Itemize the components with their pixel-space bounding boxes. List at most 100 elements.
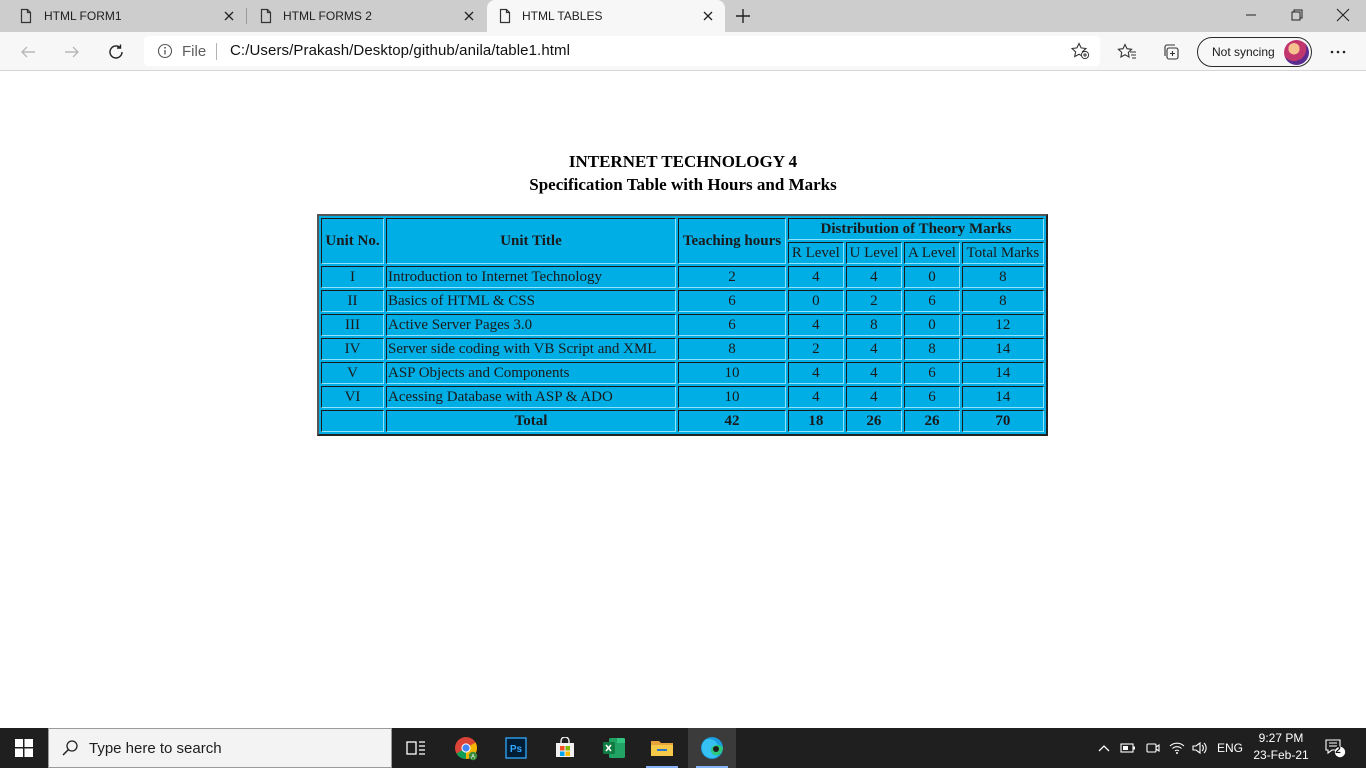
cell-u: 4: [845, 338, 903, 360]
tab-html-form1[interactable]: HTML FORM1: [0, 0, 246, 32]
start-button[interactable]: [0, 728, 48, 768]
address-divider: [216, 43, 217, 60]
store-app[interactable]: [541, 728, 589, 768]
cell-title: Acessing Database with ASP & ADO: [386, 386, 676, 408]
avatar: [1284, 40, 1309, 65]
info-icon[interactable]: [157, 43, 173, 59]
table-row: II Basics of HTML & CSS 6 0 2 6 8: [321, 290, 1044, 312]
tab-html-tables[interactable]: HTML TABLES: [487, 0, 725, 32]
close-icon[interactable]: [220, 7, 238, 25]
cell-u: 4: [845, 362, 903, 384]
new-tab-button[interactable]: [732, 5, 754, 27]
back-arrow-icon: [21, 46, 35, 58]
cell-unit: III: [321, 314, 384, 336]
url-text[interactable]: C:/Users/Prakash/Desktop/github/anila/ta…: [230, 42, 570, 59]
volume-icon: [1192, 741, 1207, 755]
svg-text:A: A: [471, 754, 475, 760]
cell-a: 6: [904, 290, 960, 312]
cell-r: 0: [788, 290, 844, 312]
table-total-row: Total 42 18 26 26 70: [321, 410, 1044, 432]
cell-title: ASP Objects and Components: [386, 362, 676, 384]
minimize-icon: [1246, 14, 1256, 16]
chrome-app[interactable]: A: [442, 728, 490, 768]
tab-separator: [246, 8, 247, 24]
chrome-icon: A: [455, 737, 478, 760]
cell-title: Total: [386, 410, 676, 432]
address-bar[interactable]: File C:/Users/Prakash/Desktop/github/ani…: [144, 36, 1100, 66]
cell-u: 4: [845, 266, 903, 288]
restore-button[interactable]: [1274, 0, 1320, 30]
cell-total: 14: [961, 362, 1044, 384]
settings-more-button[interactable]: [1324, 38, 1352, 66]
header-unit-no: Unit No.: [321, 218, 384, 264]
task-view-icon: [406, 741, 425, 755]
tab-html-forms-2[interactable]: HTML FORMS 2: [248, 0, 486, 32]
meet-now-icon: [1146, 743, 1160, 753]
sync-status-label: Not syncing: [1212, 45, 1275, 59]
profile-sync-button[interactable]: Not syncing: [1197, 37, 1312, 67]
page-icon: [499, 8, 511, 24]
refresh-button[interactable]: [102, 38, 130, 66]
cell-a: 0: [904, 266, 960, 288]
cell-total: 8: [961, 266, 1044, 288]
page-title: INTERNET TECHNOLOGY 4: [568, 152, 798, 171]
minimize-button[interactable]: [1228, 0, 1274, 30]
task-view-button[interactable]: [392, 728, 440, 768]
collections-button[interactable]: [1157, 38, 1185, 66]
back-button[interactable]: [14, 38, 42, 66]
close-window-button[interactable]: [1320, 0, 1366, 30]
cell-title: Server side coding with VB Script and XM…: [386, 338, 676, 360]
cell-unit: IV: [321, 338, 384, 360]
search-placeholder: Type here to search: [89, 740, 222, 757]
close-icon: [1336, 8, 1350, 22]
clock-time: 9:27 PM: [1258, 731, 1304, 745]
table-row: I Introduction to Internet Technology 2 …: [321, 266, 1044, 288]
star-plus-icon[interactable]: [1070, 42, 1090, 60]
show-hidden-icons-button[interactable]: [1094, 728, 1114, 768]
taskbar-search-box[interactable]: Type here to search: [48, 728, 392, 768]
refresh-icon: [109, 44, 123, 59]
excel-icon: [603, 738, 625, 758]
cell-total: 14: [961, 386, 1044, 408]
file-explorer-app[interactable]: [638, 728, 686, 768]
tab-strip: HTML FORM1 HTML FORMS 2 HTML TABLES: [0, 0, 1366, 32]
excel-app[interactable]: [590, 728, 638, 768]
edge-app[interactable]: [688, 728, 736, 768]
forward-button[interactable]: [58, 38, 86, 66]
header-total-marks: Total Marks: [961, 242, 1044, 264]
cell-total: 8: [961, 290, 1044, 312]
specification-table: Unit No. Unit Title Teaching hours Distr…: [317, 214, 1048, 436]
notification-badge: 2: [1335, 745, 1341, 756]
favorites-button[interactable]: [1113, 38, 1141, 66]
svg-text:Ps: Ps: [510, 744, 523, 755]
cell-r: 4: [788, 314, 844, 336]
forward-arrow-icon: [65, 46, 79, 58]
favorites-icon: [1117, 43, 1136, 59]
volume-tray-button[interactable]: [1189, 728, 1211, 768]
cell-title: Basics of HTML & CSS: [386, 290, 676, 312]
cell-u: 8: [845, 314, 903, 336]
table-row: V ASP Objects and Components 10 4 4 6 14: [321, 362, 1044, 384]
header-r-level: R Level: [788, 242, 844, 264]
cell-a: 6: [904, 386, 960, 408]
close-icon[interactable]: [460, 7, 478, 25]
cell-r: 4: [788, 362, 844, 384]
cell-r: 4: [788, 386, 844, 408]
language-indicator[interactable]: ENG: [1214, 728, 1246, 768]
system-clock[interactable]: 9:27 PM 23-Feb-21: [1248, 730, 1314, 766]
meet-now-tray-button[interactable]: [1142, 728, 1164, 768]
browser-toolbar: File C:/Users/Prakash/Desktop/github/ani…: [0, 32, 1366, 71]
network-tray-button[interactable]: [1166, 728, 1188, 768]
header-u-level: U Level: [845, 242, 903, 264]
photoshop-app[interactable]: Ps: [492, 728, 540, 768]
scheme-label: File: [182, 43, 207, 60]
cell-a: 8: [904, 338, 960, 360]
battery-tray-button[interactable]: [1117, 728, 1139, 768]
tab-label: HTML FORMS 2: [283, 9, 372, 23]
close-icon[interactable]: [699, 7, 717, 25]
cell-hours: 42: [678, 410, 786, 432]
table-row: III Active Server Pages 3.0 6 4 8 0 12: [321, 314, 1044, 336]
tab-label: HTML TABLES: [522, 9, 603, 23]
plus-icon: [736, 9, 750, 23]
notification-center-button[interactable]: 2: [1320, 728, 1350, 768]
